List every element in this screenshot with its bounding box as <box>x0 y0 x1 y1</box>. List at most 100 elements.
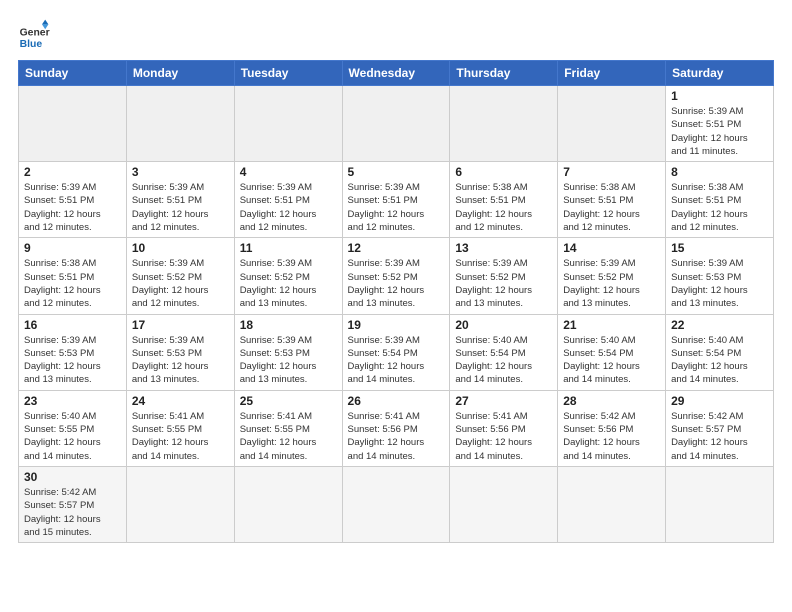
calendar-cell: 20Sunrise: 5:40 AMSunset: 5:54 PMDayligh… <box>450 314 558 390</box>
calendar-cell: 16 Sunrise: 5:39 AMSunset: 5:53 PMDayligh… <box>19 314 127 390</box>
day-info: Sunrise: 5:39 AMSunset: 5:52 PMDaylight:… <box>348 257 445 310</box>
day-info: Sunrise: 5:39 AMSunset: 5:51 PMDaylight:… <box>671 105 768 158</box>
calendar-cell: 19Sunrise: 5:39 AMSunset: 5:54 PMDayligh… <box>342 314 450 390</box>
day-info: Sunrise: 5:38 AMSunset: 5:51 PMDaylight:… <box>455 181 552 234</box>
calendar-day-header: Sunday <box>19 61 127 86</box>
calendar-week-row: 2 Sunrise: 5:39 AMSunset: 5:51 PMDaylight… <box>19 162 774 238</box>
calendar-cell: 24 Sunrise: 5:41 AMSunset: 5:55 PMDayligh… <box>126 390 234 466</box>
day-number: 28 <box>563 394 660 408</box>
day-number: 18 <box>240 318 337 332</box>
day-number: 10 <box>132 241 229 255</box>
calendar-cell <box>19 86 127 162</box>
calendar-cell <box>126 86 234 162</box>
day-info: Sunrise: 5:42 AMSunset: 5:56 PMDaylight:… <box>563 410 660 463</box>
calendar-day-header: Monday <box>126 61 234 86</box>
day-info: Sunrise: 5:39 AMSunset: 5:51 PMDaylight:… <box>132 181 229 234</box>
calendar-cell <box>234 466 342 542</box>
day-number: 11 <box>240 241 337 255</box>
day-info: Sunrise: 5:39 AMSunset: 5:52 PMDaylight:… <box>240 257 337 310</box>
calendar-cell: 4Sunrise: 5:39 AMSunset: 5:51 PMDaylight… <box>234 162 342 238</box>
calendar-day-header: Thursday <box>450 61 558 86</box>
header: General Blue <box>18 18 774 50</box>
page: General Blue SundayMondayTuesdayWednesda… <box>0 0 792 612</box>
calendar-cell: 1Sunrise: 5:39 AMSunset: 5:51 PMDaylight… <box>666 86 774 162</box>
day-number: 17 <box>132 318 229 332</box>
calendar-cell: 29 Sunrise: 5:42 AMSunset: 5:57 PMDayligh… <box>666 390 774 466</box>
day-number: 8 <box>671 165 768 179</box>
day-number: 29 <box>671 394 768 408</box>
calendar-cell: 22 Sunrise: 5:40 AMSunset: 5:54 PMDayligh… <box>666 314 774 390</box>
day-number: 12 <box>348 241 445 255</box>
day-number: 24 <box>132 394 229 408</box>
day-info: Sunrise: 5:38 AMSunset: 5:51 PMDaylight:… <box>563 181 660 234</box>
calendar-table: SundayMondayTuesdayWednesdayThursdayFrid… <box>18 60 774 543</box>
day-number: 13 <box>455 241 552 255</box>
calendar-cell <box>558 466 666 542</box>
day-info: Sunrise: 5:40 AMSunset: 5:54 PMDaylight:… <box>563 334 660 387</box>
day-info: Sunrise: 5:42 AMSunset: 5:57 PMDaylight:… <box>671 410 768 463</box>
calendar-cell <box>450 466 558 542</box>
day-number: 2 <box>24 165 121 179</box>
calendar-cell: 6Sunrise: 5:38 AMSunset: 5:51 PMDaylight… <box>450 162 558 238</box>
calendar-cell: 15Sunrise: 5:39 AMSunset: 5:53 PMDayligh… <box>666 238 774 314</box>
day-number: 26 <box>348 394 445 408</box>
day-info: Sunrise: 5:38 AMSunset: 5:51 PMDaylight:… <box>671 181 768 234</box>
calendar-cell: 17Sunrise: 5:39 AMSunset: 5:53 PMDayligh… <box>126 314 234 390</box>
day-info: Sunrise: 5:39 AMSunset: 5:51 PMDaylight:… <box>24 181 121 234</box>
calendar-cell <box>234 86 342 162</box>
day-number: 19 <box>348 318 445 332</box>
calendar-day-header: Wednesday <box>342 61 450 86</box>
day-number: 21 <box>563 318 660 332</box>
day-info: Sunrise: 5:40 AMSunset: 5:55 PMDaylight:… <box>24 410 121 463</box>
day-info: Sunrise: 5:41 AMSunset: 5:56 PMDaylight:… <box>455 410 552 463</box>
calendar-header-row: SundayMondayTuesdayWednesdayThursdayFrid… <box>19 61 774 86</box>
calendar-cell: 28 Sunrise: 5:42 AMSunset: 5:56 PMDayligh… <box>558 390 666 466</box>
calendar-cell: 25 Sunrise: 5:41 AMSunset: 5:55 PMDayligh… <box>234 390 342 466</box>
calendar-week-row: 9 Sunrise: 5:38 AMSunset: 5:51 PMDaylight… <box>19 238 774 314</box>
day-number: 15 <box>671 241 768 255</box>
calendar-day-header: Saturday <box>666 61 774 86</box>
day-number: 27 <box>455 394 552 408</box>
calendar-cell: 11 Sunrise: 5:39 AMSunset: 5:52 PMDayligh… <box>234 238 342 314</box>
calendar-cell: 8 Sunrise: 5:38 AMSunset: 5:51 PMDaylight… <box>666 162 774 238</box>
calendar-cell <box>558 86 666 162</box>
day-info: Sunrise: 5:41 AMSunset: 5:55 PMDaylight:… <box>132 410 229 463</box>
calendar-cell: 7 Sunrise: 5:38 AMSunset: 5:51 PMDaylight… <box>558 162 666 238</box>
calendar-cell: 10 Sunrise: 5:39 AMSunset: 5:52 PMDayligh… <box>126 238 234 314</box>
generalblue-logo-icon: General Blue <box>18 18 50 50</box>
day-number: 4 <box>240 165 337 179</box>
day-number: 7 <box>563 165 660 179</box>
svg-text:General: General <box>20 28 50 39</box>
day-info: Sunrise: 5:39 AMSunset: 5:52 PMDaylight:… <box>132 257 229 310</box>
day-number: 9 <box>24 241 121 255</box>
day-info: Sunrise: 5:41 AMSunset: 5:55 PMDaylight:… <box>240 410 337 463</box>
calendar-cell: 5 Sunrise: 5:39 AMSunset: 5:51 PMDaylight… <box>342 162 450 238</box>
calendar-cell <box>342 466 450 542</box>
day-info: Sunrise: 5:39 AMSunset: 5:53 PMDaylight:… <box>240 334 337 387</box>
day-number: 16 <box>24 318 121 332</box>
calendar-cell <box>450 86 558 162</box>
calendar-cell: 18 Sunrise: 5:39 AMSunset: 5:53 PMDayligh… <box>234 314 342 390</box>
day-number: 30 <box>24 470 121 484</box>
day-info: Sunrise: 5:38 AMSunset: 5:51 PMDaylight:… <box>24 257 121 310</box>
calendar-cell <box>666 466 774 542</box>
day-number: 14 <box>563 241 660 255</box>
day-number: 23 <box>24 394 121 408</box>
calendar-week-row: 23 Sunrise: 5:40 AMSunset: 5:55 PMDayligh… <box>19 390 774 466</box>
calendar-cell <box>126 466 234 542</box>
calendar-cell <box>342 86 450 162</box>
calendar-cell: 14Sunrise: 5:39 AMSunset: 5:52 PMDayligh… <box>558 238 666 314</box>
day-number: 3 <box>132 165 229 179</box>
day-info: Sunrise: 5:39 AMSunset: 5:51 PMDaylight:… <box>348 181 445 234</box>
day-number: 25 <box>240 394 337 408</box>
calendar-cell: 13Sunrise: 5:39 AMSunset: 5:52 PMDayligh… <box>450 238 558 314</box>
calendar-week-row: 1Sunrise: 5:39 AMSunset: 5:51 PMDaylight… <box>19 86 774 162</box>
logo: General Blue <box>18 18 50 50</box>
day-number: 22 <box>671 318 768 332</box>
day-info: Sunrise: 5:40 AMSunset: 5:54 PMDaylight:… <box>671 334 768 387</box>
svg-text:Blue: Blue <box>20 39 43 50</box>
day-number: 20 <box>455 318 552 332</box>
calendar-cell: 3 Sunrise: 5:39 AMSunset: 5:51 PMDaylight… <box>126 162 234 238</box>
day-number: 5 <box>348 165 445 179</box>
day-info: Sunrise: 5:39 AMSunset: 5:53 PMDaylight:… <box>24 334 121 387</box>
